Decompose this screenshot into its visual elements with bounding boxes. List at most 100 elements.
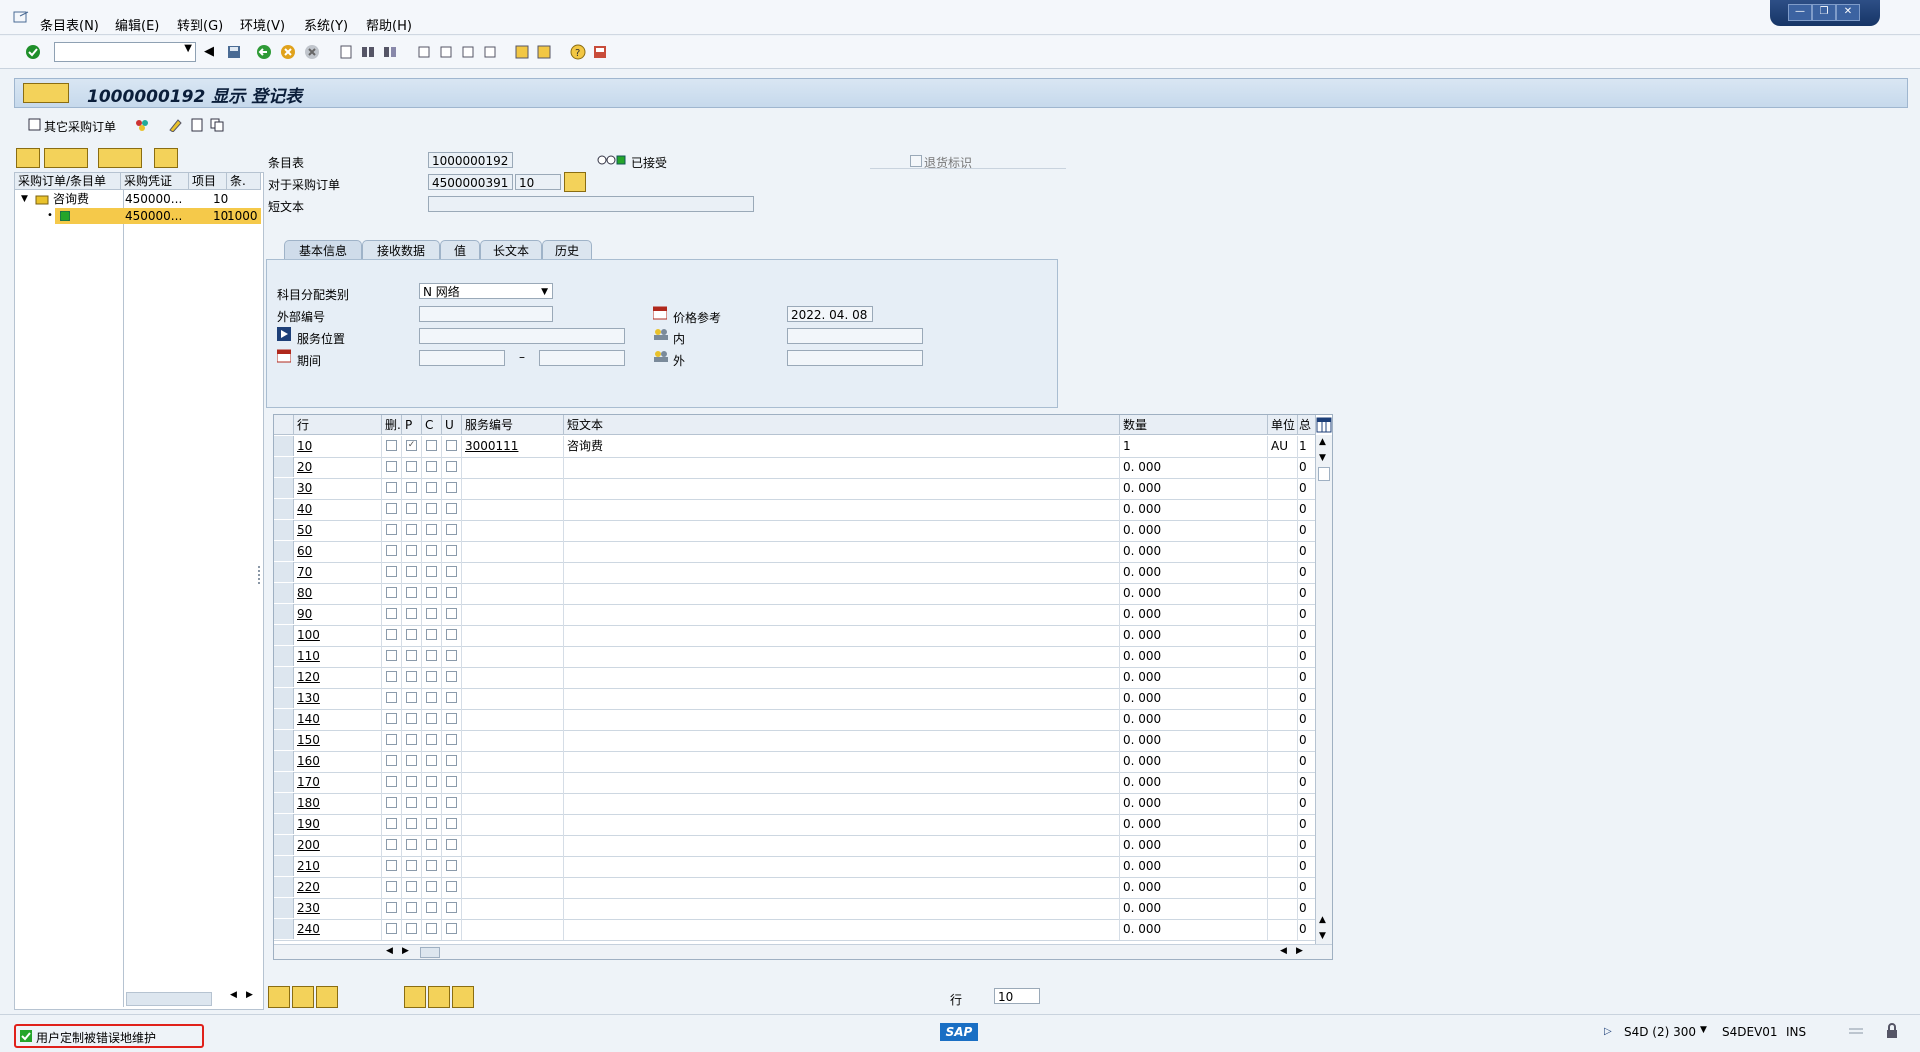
table-row[interactable]: 160 0. 000 0 (274, 751, 1332, 773)
delete-checkbox[interactable] (386, 881, 397, 892)
table-row[interactable]: 220 0. 000 0 (274, 877, 1332, 899)
c-checkbox[interactable] (426, 839, 437, 850)
u-checkbox[interactable] (446, 755, 457, 766)
row-selector[interactable] (274, 646, 294, 666)
back-icon[interactable] (256, 44, 272, 60)
po-number-field[interactable]: 4500000391 (428, 174, 513, 190)
scroll-down-icon[interactable]: ▼ (1319, 931, 1326, 941)
table-row[interactable]: 210 0. 000 0 (274, 856, 1332, 878)
restore-button[interactable]: ❐ (1812, 4, 1836, 21)
p-checkbox[interactable] (406, 482, 417, 493)
line-number-link[interactable]: 240 (297, 922, 320, 936)
service-number-link[interactable]: 3000111 (465, 439, 518, 453)
short-text-cell[interactable] (564, 835, 1120, 856)
quantity-cell[interactable]: 0. 000 (1120, 583, 1268, 604)
menu-icon[interactable] (12, 10, 30, 26)
table-row[interactable]: 180 0. 000 0 (274, 793, 1332, 815)
c-checkbox[interactable] (426, 440, 437, 451)
layout-menu-icon[interactable] (592, 44, 608, 60)
quantity-cell[interactable]: 0. 000 (1120, 877, 1268, 898)
row-selector[interactable] (274, 541, 294, 561)
u-checkbox[interactable] (446, 461, 457, 472)
c-checkbox[interactable] (426, 671, 437, 682)
line-number-link[interactable]: 220 (297, 880, 320, 894)
table-row[interactable]: 110 0. 000 0 (274, 646, 1332, 668)
p-checkbox[interactable] (406, 881, 417, 892)
short-text-cell[interactable] (564, 583, 1120, 604)
quantity-cell[interactable]: 0. 000 (1120, 625, 1268, 646)
u-checkbox[interactable] (446, 440, 457, 451)
tree-header-item[interactable]: 项目 (189, 173, 227, 190)
p-checkbox[interactable] (406, 818, 417, 829)
row-selector[interactable] (274, 730, 294, 750)
u-checkbox[interactable] (446, 713, 457, 724)
col-header-delete[interactable]: 删. (382, 415, 402, 435)
delete-checkbox[interactable] (386, 902, 397, 913)
short-text-cell[interactable] (564, 499, 1120, 520)
menu-edit[interactable]: 编辑(E) (115, 15, 159, 34)
table-row[interactable]: 150 0. 000 0 (274, 730, 1332, 752)
line-number-link[interactable]: 30 (297, 481, 312, 495)
row-selector[interactable] (274, 499, 294, 519)
p-checkbox[interactable] (406, 503, 417, 514)
quantity-cell[interactable]: 0. 000 (1120, 919, 1268, 940)
unit-cell[interactable] (1268, 583, 1298, 604)
last-page-icon[interactable] (482, 44, 498, 60)
table-row[interactable]: 190 0. 000 0 (274, 814, 1332, 836)
unit-cell[interactable] (1268, 667, 1298, 688)
line-number-link[interactable]: 160 (297, 754, 320, 768)
new-document-icon[interactable] (190, 118, 204, 132)
tree-scrollbar[interactable] (126, 992, 212, 1006)
p-checkbox[interactable] (406, 671, 417, 682)
u-checkbox[interactable] (446, 902, 457, 913)
p-checkbox[interactable] (406, 461, 417, 472)
unit-cell[interactable] (1268, 604, 1298, 625)
u-checkbox[interactable] (446, 881, 457, 892)
c-checkbox[interactable] (426, 881, 437, 892)
row-selector[interactable] (274, 562, 294, 582)
table-row[interactable]: 50 0. 000 0 (274, 520, 1332, 542)
delete-checkbox[interactable] (386, 629, 397, 640)
short-text-cell[interactable] (564, 562, 1120, 583)
entry-sheet-field[interactable]: 1000000192 (428, 152, 513, 168)
row-selector[interactable] (274, 667, 294, 687)
u-checkbox[interactable] (446, 482, 457, 493)
delete-checkbox[interactable] (386, 734, 397, 745)
c-checkbox[interactable] (426, 755, 437, 766)
delete-checkbox[interactable] (386, 461, 397, 472)
p-checkbox[interactable] (406, 755, 417, 766)
line-number-link[interactable]: 40 (297, 502, 312, 516)
col-header-extra[interactable]: 总 (1298, 415, 1316, 435)
line-number-link[interactable]: 170 (297, 775, 320, 789)
line-number-link[interactable]: 110 (297, 649, 320, 663)
p-checkbox[interactable] (406, 923, 417, 934)
delete-checkbox[interactable] (386, 566, 397, 577)
table-row[interactable]: 20 0. 000 0 (274, 457, 1332, 479)
short-text-cell[interactable] (564, 688, 1120, 709)
table-row[interactable]: 90 0. 000 0 (274, 604, 1332, 626)
c-checkbox[interactable] (426, 734, 437, 745)
delete-checkbox[interactable] (386, 503, 397, 514)
tab-values[interactable]: 值 (440, 240, 480, 261)
menu-environment[interactable]: 环境(V) (240, 15, 285, 34)
unit-cell[interactable] (1268, 898, 1298, 919)
row-selector[interactable] (274, 583, 294, 603)
short-text-cell[interactable] (564, 877, 1120, 898)
table-row[interactable]: 30 0. 000 0 (274, 478, 1332, 500)
c-checkbox[interactable] (426, 860, 437, 871)
line-number-link[interactable]: 20 (297, 460, 312, 474)
quantity-cell[interactable]: 0. 000 (1120, 646, 1268, 667)
back-arrow-icon[interactable]: ◀ (204, 44, 220, 60)
unit-cell[interactable] (1268, 520, 1298, 541)
table-settings-icon[interactable] (1316, 417, 1332, 433)
delete-checkbox[interactable] (386, 797, 397, 808)
quantity-cell[interactable]: 0. 000 (1120, 793, 1268, 814)
unit-cell[interactable] (1268, 478, 1298, 499)
delete-checkbox[interactable] (386, 755, 397, 766)
tab-receipt-data[interactable]: 接收数据 (362, 240, 440, 261)
short-text-cell[interactable] (564, 814, 1120, 835)
help-icon[interactable]: ? (570, 44, 586, 60)
period-to-field[interactable] (539, 350, 625, 366)
row-selector[interactable] (274, 520, 294, 540)
row-selector[interactable] (274, 877, 294, 897)
